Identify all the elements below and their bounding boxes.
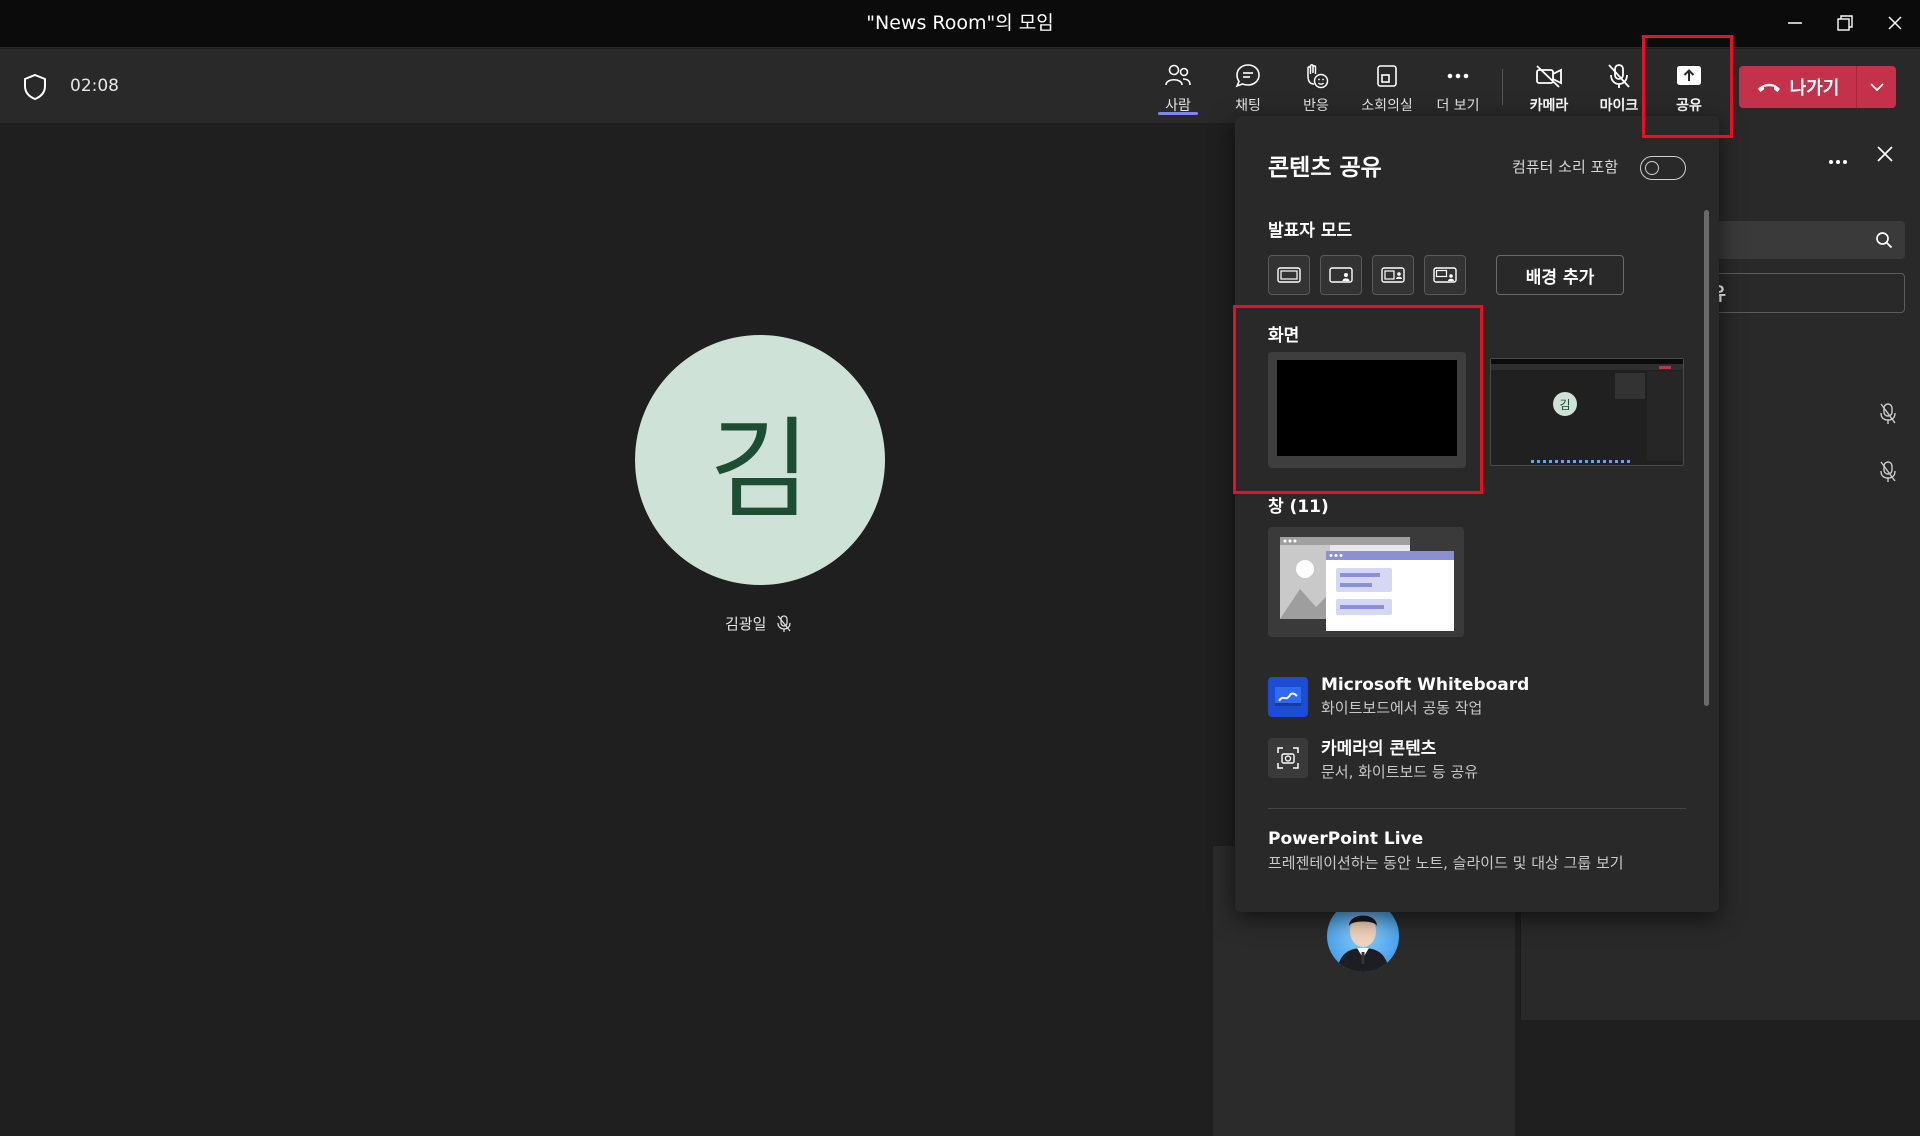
popup-divider (1268, 808, 1686, 809)
chat-label: 채팅 (1235, 98, 1261, 114)
share-label: 공유 (1676, 98, 1702, 114)
share-popup-title: 콘텐츠 공유 (1268, 155, 1382, 181)
title-bar: "News Room"의 모임 (0, 0, 1920, 48)
screen-2-leave-button (1659, 366, 1671, 369)
screen-1-thumbnail[interactable] (1268, 352, 1466, 468)
screen-1-preview (1277, 360, 1457, 456)
leave-button-group: 나가기 (1739, 66, 1896, 108)
mic-label: 마이크 (1599, 98, 1639, 114)
camera-content-icon (1268, 738, 1308, 778)
hang-up-icon (1757, 83, 1780, 92)
screen-2-avatar: 김 (1553, 392, 1577, 416)
participant-name-tag: 김광일 (725, 613, 792, 634)
chat-button[interactable]: 채팅 (1230, 55, 1266, 119)
more-icon (1443, 61, 1473, 91)
presenter-mode-side-by-side[interactable] (1372, 255, 1414, 295)
minimize-button[interactable] (1770, 0, 1820, 46)
camera-content-name: 카메라의 콘텐츠 (1321, 739, 1437, 759)
screen-2-toolbar (1491, 364, 1683, 370)
meeting-timer: 02:08 (70, 76, 119, 96)
panel-close-button[interactable] (1876, 145, 1894, 167)
camera-content-desc: 문서, 화이트보드 등 공유 (1321, 763, 1479, 781)
reaction-icon (1301, 61, 1331, 91)
reporter-icon (1433, 267, 1457, 283)
minimize-icon (1788, 22, 1802, 24)
more-icon (1829, 160, 1847, 164)
window-heading: 창 (11) (1268, 497, 1329, 517)
restore-icon (1837, 15, 1853, 31)
whiteboard-desc: 화이트보드에서 공동 작업 (1321, 699, 1483, 717)
restore-button[interactable] (1820, 0, 1870, 46)
reaction-button[interactable]: 반응 (1298, 55, 1334, 119)
popup-scrollbar[interactable] (1704, 210, 1709, 706)
people-icon (1163, 61, 1193, 91)
screen-2-thumbnail[interactable]: 김 (1490, 358, 1684, 466)
reaction-label: 반응 (1303, 98, 1329, 114)
leave-label: 나가기 (1789, 78, 1840, 99)
camera-content-share-item[interactable]: 카메라의 콘텐츠 문서, 화이트보드 등 공유 (1268, 734, 1478, 782)
include-sound-label: 컴퓨터 소리 포함 (1512, 158, 1619, 176)
standout-icon (1329, 267, 1353, 283)
breakout-rooms-icon (1372, 61, 1402, 91)
meeting-toolbar: 02:08 사람 채팅 반응 소회의실 더 보기 카메라 마이크 공유 나가기 (0, 49, 1920, 123)
chevron-down-icon (1869, 83, 1884, 92)
share-content-popup: 콘텐츠 공유 컴퓨터 소리 포함 발표자 모드 배경 추가 화면 김 창 (11… (1235, 116, 1719, 912)
share-icon (1674, 61, 1704, 91)
close-icon (1877, 146, 1893, 162)
presenter-mode-content-only[interactable] (1268, 255, 1310, 295)
mic-off-icon (1604, 61, 1634, 91)
more-button[interactable]: 더 보기 (1432, 55, 1484, 119)
more-label: 더 보기 (1436, 98, 1480, 114)
leave-options-button[interactable] (1857, 66, 1896, 108)
window-thumbnail[interactable] (1268, 527, 1464, 637)
whiteboard-name: Microsoft Whiteboard (1321, 675, 1530, 695)
breakout-rooms-button[interactable]: 소회의실 (1358, 55, 1416, 119)
add-background-button[interactable]: 배경 추가 (1496, 255, 1624, 295)
chat-icon (1233, 61, 1263, 91)
presenter-mode-standout[interactable] (1320, 255, 1362, 295)
window-placeholder-illustration (1280, 537, 1454, 631)
shield-icon (22, 73, 48, 105)
participant-name: 김광일 (725, 615, 767, 633)
toggle-knob (1645, 161, 1659, 175)
toolbar-divider (1502, 69, 1503, 105)
participant-1-mic-off-icon (1879, 403, 1897, 429)
close-icon (1888, 16, 1902, 30)
camera-button[interactable]: 카메라 (1526, 55, 1572, 119)
presenter-mode-heading: 발표자 모드 (1268, 221, 1353, 241)
powerpoint-live-desc: 프레젠테이션하는 동안 노트, 슬라이드 및 대상 그룹 보기 (1268, 854, 1624, 872)
mic-off-icon (777, 614, 792, 632)
screen-2-sidepanel (1647, 371, 1683, 461)
screen-heading: 화면 (1268, 326, 1300, 346)
participant-avatar: 김 (635, 335, 885, 585)
include-sound-toggle[interactable] (1640, 156, 1686, 180)
people-button[interactable]: 사람 (1158, 55, 1198, 119)
camera-label: 카메라 (1529, 98, 1569, 114)
powerpoint-live-name: PowerPoint Live (1268, 829, 1424, 849)
share-button[interactable]: 공유 (1666, 55, 1712, 119)
breakout-rooms-label: 소회의실 (1361, 98, 1413, 114)
search-icon (1876, 232, 1893, 249)
mic-button[interactable]: 마이크 (1596, 55, 1642, 119)
leave-button[interactable]: 나가기 (1739, 66, 1856, 108)
screen-2-popup (1615, 373, 1645, 399)
side-by-side-icon (1381, 267, 1405, 283)
camera-off-icon (1534, 61, 1564, 91)
active-tab-indicator (1158, 112, 1198, 115)
panel-more-button[interactable] (1828, 150, 1848, 169)
presenter-mode-reporter[interactable] (1424, 255, 1466, 295)
close-window-button[interactable] (1870, 0, 1920, 46)
whiteboard-icon (1268, 676, 1308, 717)
whiteboard-share-item[interactable]: Microsoft Whiteboard 화이트보드에서 공동 작업 (1268, 675, 1529, 718)
screen-2-taskbar (1531, 460, 1631, 463)
window-title: "News Room"의 모임 (866, 12, 1054, 34)
participant-2-mic-off-icon (1879, 461, 1897, 487)
powerpoint-live-item[interactable]: PowerPoint Live 프레젠테이션하는 동안 노트, 슬라이드 및 대… (1268, 829, 1624, 873)
content-only-icon (1277, 267, 1301, 283)
